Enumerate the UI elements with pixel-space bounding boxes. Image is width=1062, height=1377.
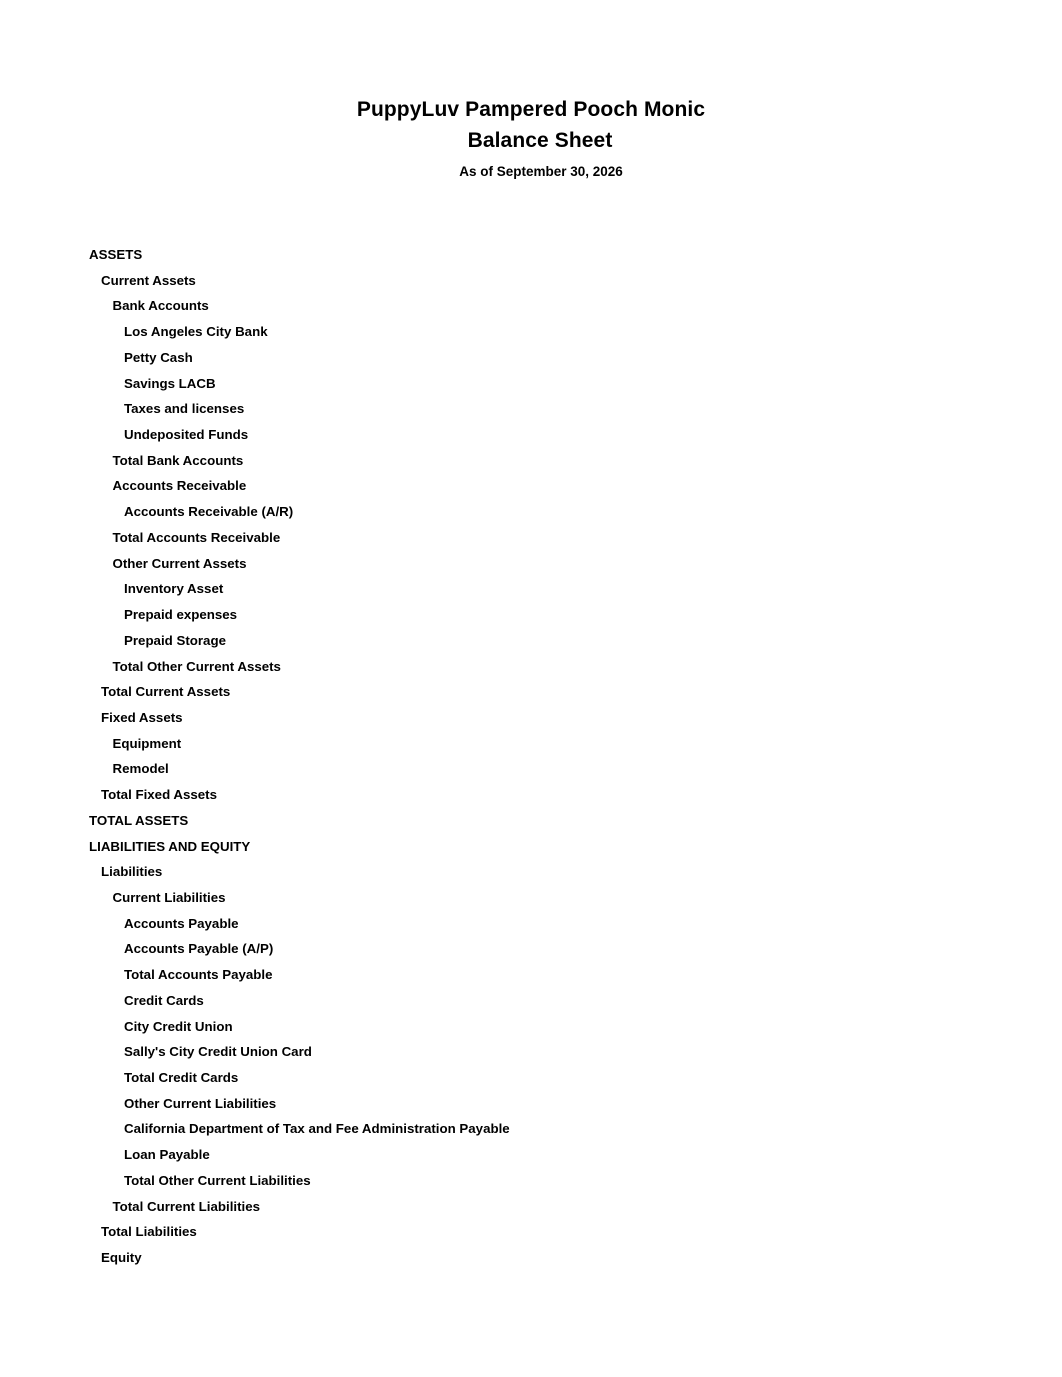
account-label: Prepaid expenses <box>124 607 238 623</box>
account-row: Total Accounts Receivable <box>89 525 989 551</box>
account-label: Loan Payable <box>124 1147 210 1163</box>
account-label: Inventory Asset <box>124 581 224 597</box>
account-row: Other Current Assets <box>89 551 989 577</box>
account-row: LIABILITIES AND EQUITY <box>89 834 989 860</box>
account-row: Petty Cash <box>89 345 989 371</box>
account-label: Total Current Liabilities <box>112 1198 261 1214</box>
account-row: California Department of Tax and Fee Adm… <box>89 1116 989 1142</box>
account-label: Current Assets <box>101 272 196 288</box>
company-name: PuppyLuv Pampered Pooch Monic <box>356 98 706 121</box>
account-row: Total Fixed Assets <box>89 782 989 808</box>
account-label: Total Other Current Assets <box>112 658 281 674</box>
account-row: Total Other Current Assets <box>89 654 989 680</box>
account-label: Remodel <box>112 761 169 777</box>
account-label: Total Accounts Receivable <box>112 529 281 545</box>
account-row: Total Current Liabilities <box>89 1194 989 1220</box>
account-label: Sally's City Credit Union Card <box>124 1044 312 1060</box>
account-row: Total Other Current Liabilities <box>89 1168 989 1194</box>
account-label: Equity <box>101 1250 142 1266</box>
report-header: PuppyLuv Pampered Pooch Monic Balance Sh… <box>0 94 1062 181</box>
account-row: Sally's City Credit Union Card <box>89 1039 989 1065</box>
account-label: Total Liabilities <box>101 1224 197 1240</box>
account-row: Los Angeles City Bank <box>89 319 989 345</box>
account-label: Prepaid Storage <box>124 632 226 648</box>
account-row: Current Assets <box>89 268 989 294</box>
account-row: Accounts Receivable <box>89 473 989 499</box>
account-row: Total Liabilities <box>89 1219 989 1245</box>
account-label: LIABILITIES AND EQUITY <box>89 838 251 854</box>
account-row: Equipment <box>89 731 989 757</box>
account-row: Current Liabilities <box>89 885 989 911</box>
account-row: Liabilities <box>89 859 989 885</box>
account-row: Undeposited Funds <box>89 422 989 448</box>
account-row: Bank Accounts <box>89 293 989 319</box>
account-label: Bank Accounts <box>112 298 209 314</box>
account-label: Total Fixed Assets <box>101 787 218 803</box>
account-label: Total Bank Accounts <box>112 452 244 468</box>
account-label: City Credit Union <box>124 1018 233 1034</box>
account-label: Total Current Assets <box>101 684 231 700</box>
account-label: Equipment <box>112 735 182 751</box>
account-label: Accounts Receivable <box>112 478 247 494</box>
account-label: Total Credit Cards <box>124 1070 239 1085</box>
account-row: Taxes and licenses <box>89 396 989 422</box>
account-row: Prepaid expenses <box>89 602 989 628</box>
account-label: Accounts Payable (A/P) <box>124 941 274 957</box>
account-row: Total Current Assets <box>89 679 989 705</box>
report-title: Balance Sheet <box>467 129 613 152</box>
account-row: Equity <box>89 1245 989 1271</box>
account-row: Prepaid Storage <box>89 628 989 654</box>
balance-sheet-page: PuppyLuv Pampered Pooch Monic Balance Sh… <box>0 0 1062 1377</box>
account-label: Other Current Liabilities <box>124 1095 277 1111</box>
account-label: Los Angeles City Bank <box>124 324 268 340</box>
account-label: ASSETS <box>89 247 143 262</box>
account-row: Accounts Payable (A/P) <box>89 936 989 962</box>
account-label: Other Current Assets <box>112 555 247 571</box>
account-label: Credit Cards <box>124 992 204 1008</box>
account-row: Fixed Assets <box>89 705 989 731</box>
account-row: Loan Payable <box>89 1142 989 1168</box>
account-row: Credit Cards <box>89 988 989 1014</box>
account-label: Undeposited Funds <box>124 427 249 443</box>
account-label: Taxes and licenses <box>124 401 245 417</box>
account-row: Other Current Liabilities <box>89 1091 989 1117</box>
account-label: Liabilities <box>101 864 163 880</box>
account-label: Total Accounts Payable <box>124 967 273 983</box>
account-label: Total Other Current Liabilities <box>124 1172 311 1188</box>
account-label: California Department of Tax and Fee Adm… <box>124 1121 510 1137</box>
account-row: Inventory Asset <box>89 576 989 602</box>
account-label: Petty Cash <box>124 349 193 365</box>
account-label: Fixed Assets <box>101 709 183 725</box>
account-label: Accounts Payable <box>124 915 239 931</box>
account-row: Savings LACB <box>89 371 989 397</box>
account-label: TOTAL ASSETS <box>89 812 189 828</box>
account-label: Current Liabilities <box>112 889 226 905</box>
account-row: Total Accounts Payable <box>89 962 989 988</box>
account-row: TOTAL ASSETS <box>89 808 989 834</box>
account-row: Total Credit Cards <box>89 1065 989 1091</box>
account-list: ASSETS Current Assets Bank Accounts Los Ang… <box>89 242 989 1271</box>
report-as-of-date: As of September 30, 2026 <box>459 164 623 179</box>
account-label: Accounts Receivable (A/R) <box>124 504 294 520</box>
account-row: Total Bank Accounts <box>89 448 989 474</box>
account-row: City Credit Union <box>89 1014 989 1040</box>
account-row: ASSETS <box>89 242 989 268</box>
account-row: Remodel <box>89 756 989 782</box>
account-row: Accounts Receivable (A/R) <box>89 499 989 525</box>
account-label: Savings LACB <box>124 375 216 391</box>
account-row: Accounts Payable <box>89 911 989 937</box>
